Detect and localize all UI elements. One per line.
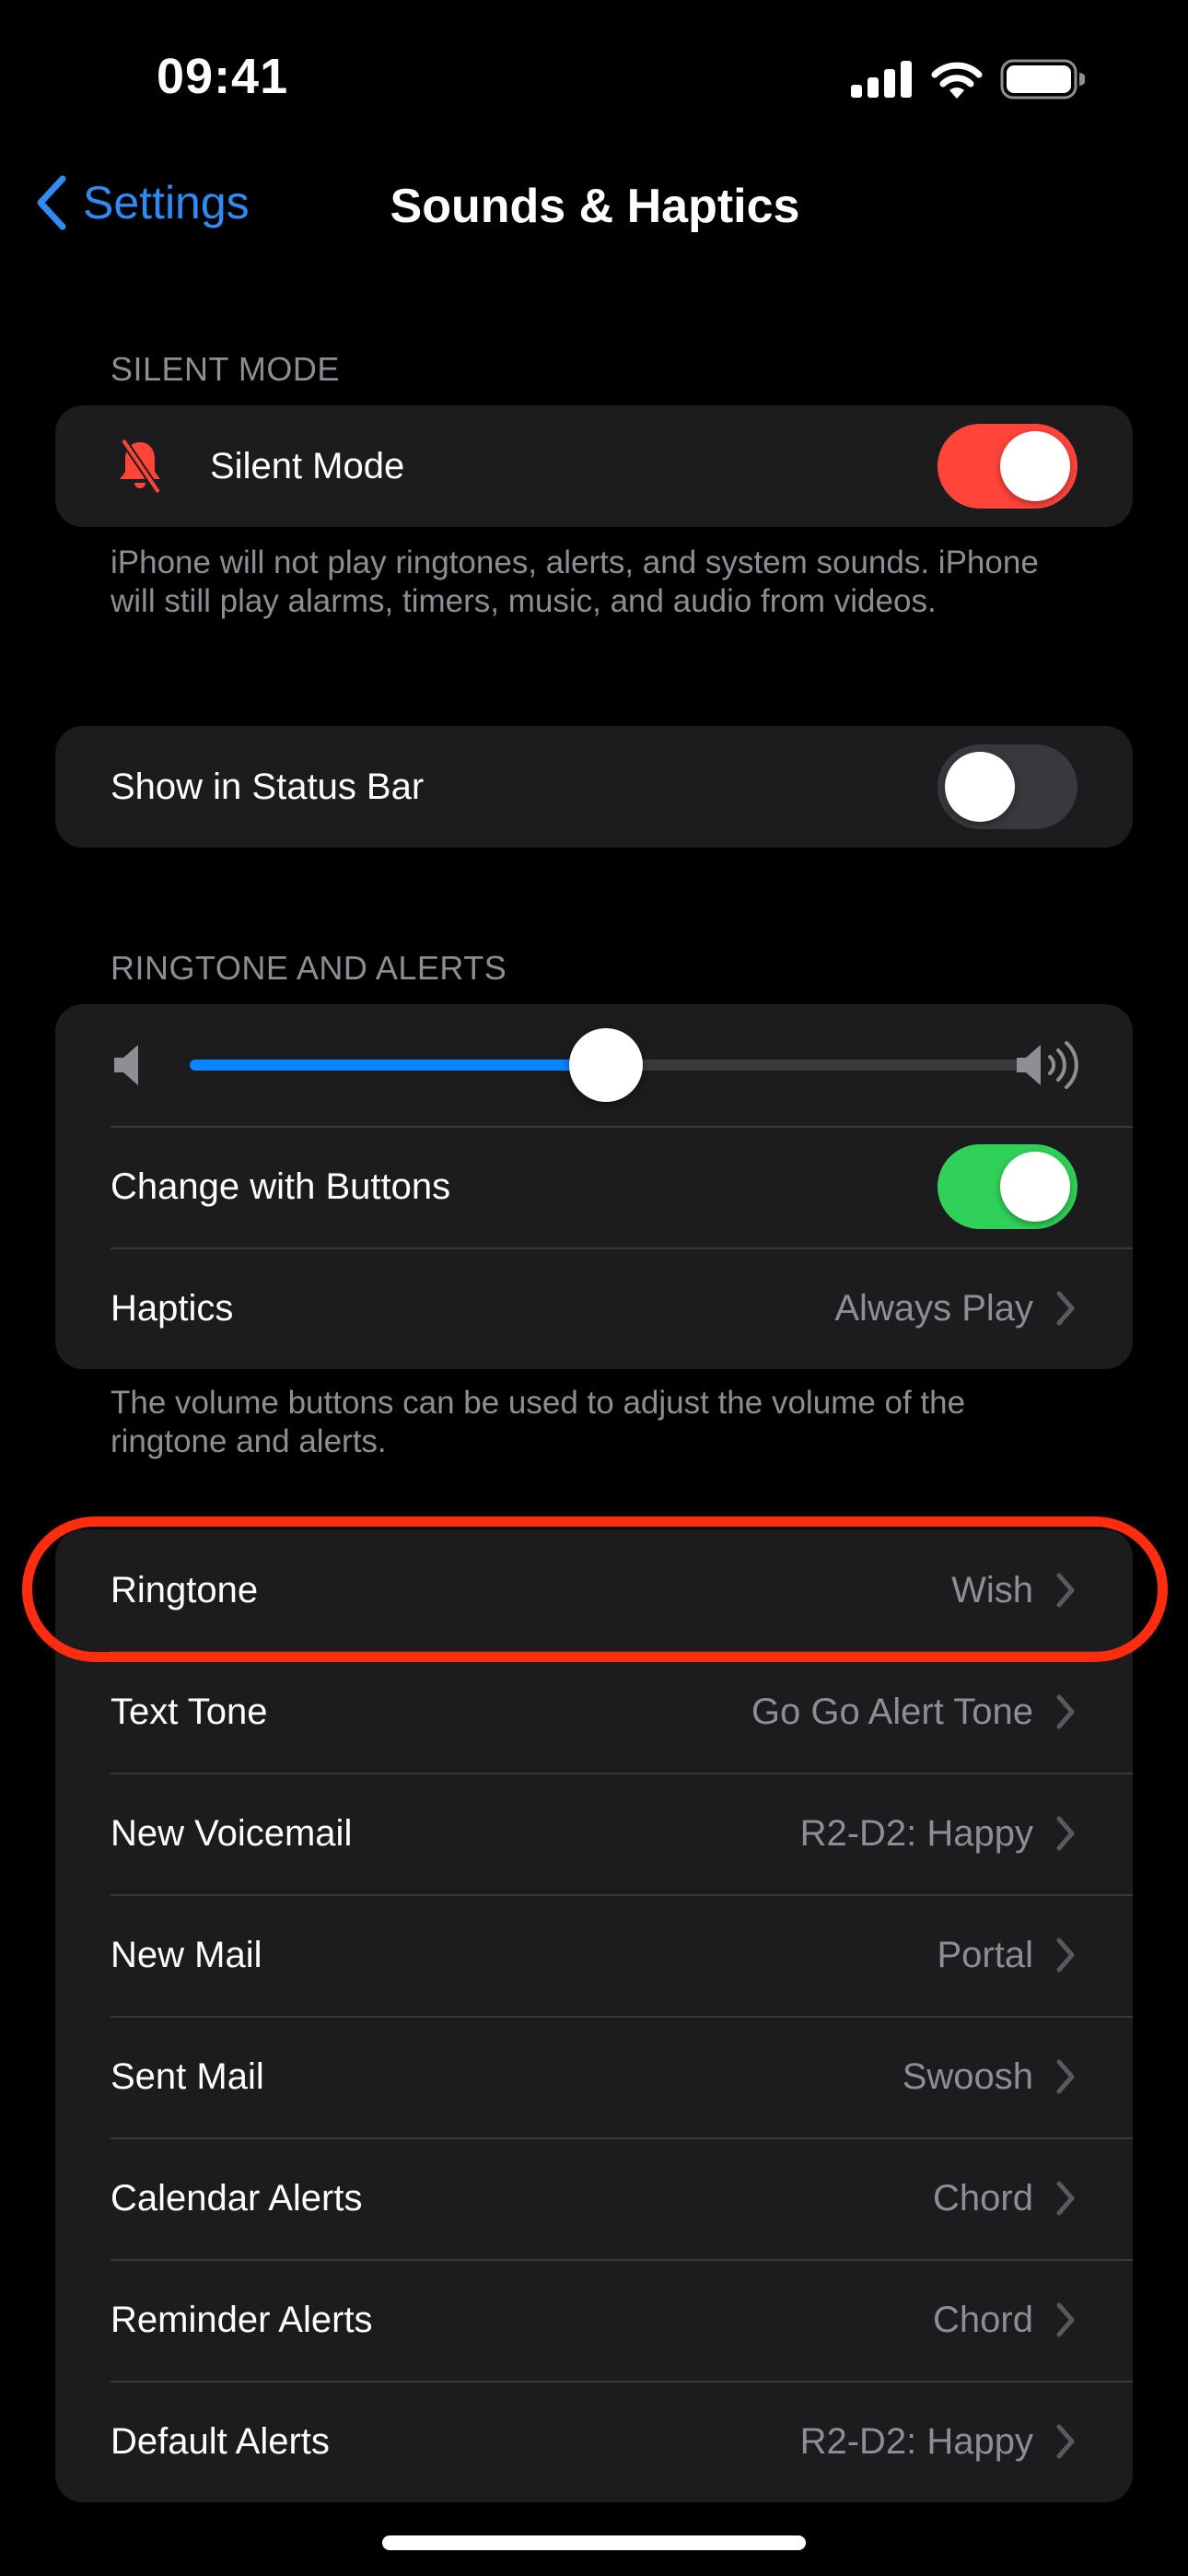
sounds-card: Ringtone Wish Text Tone Go Go Alert Tone New… xyxy=(55,1529,1133,2502)
chevron-right-icon xyxy=(1056,2181,1075,2216)
sound-row-label: Text Tone xyxy=(111,1691,268,1732)
sound-row-value: R2-D2: Happy xyxy=(799,2420,1033,2462)
sound-row-ringtone[interactable]: Ringtone Wish xyxy=(55,1529,1133,1651)
toggle-knob xyxy=(945,752,1015,822)
slider-thumb[interactable] xyxy=(569,1028,643,1102)
sound-row-value: Swoosh xyxy=(902,2055,1033,2097)
home-indicator xyxy=(382,2535,806,2550)
speaker-icon xyxy=(114,1045,138,1085)
show-in-status-bar-toggle[interactable] xyxy=(938,744,1077,829)
chevron-right-icon xyxy=(1056,1573,1075,1608)
page-title: Sounds & Haptics xyxy=(390,180,800,233)
sound-row-calendar-alerts[interactable]: Calendar Alerts Chord xyxy=(55,2137,1133,2259)
sound-row-value: Portal xyxy=(937,1934,1034,1975)
sound-row-label: Ringtone xyxy=(111,1569,259,1610)
chevron-right-icon xyxy=(1056,2424,1075,2459)
chevron-right-icon xyxy=(1056,1291,1075,1326)
silent-mode-label: Silent Mode xyxy=(210,445,405,486)
silent-mode-row: Silent Mode xyxy=(55,405,1133,527)
ringtone-alerts-card: Change with Buttons Haptics Always Play xyxy=(55,1004,1133,1369)
toggle-knob xyxy=(1000,431,1070,501)
volume-slider[interactable] xyxy=(190,1028,1022,1102)
toggle-knob xyxy=(1000,1152,1070,1222)
haptics-label: Haptics xyxy=(111,1287,234,1329)
show-in-status-bar-row: Show in Status Bar xyxy=(55,726,1133,848)
sound-row-text-tone[interactable]: Text Tone Go Go Alert Tone xyxy=(55,1651,1133,1773)
chevron-right-icon xyxy=(1056,1938,1075,1973)
silent-mode-toggle[interactable] xyxy=(938,424,1077,509)
change-with-buttons-row: Change with Buttons xyxy=(55,1126,1133,1247)
sound-row-default-alerts[interactable]: Default Alerts R2-D2: Happy xyxy=(55,2381,1133,2502)
sound-row-label: New Mail xyxy=(111,1934,262,1975)
sound-row-value: Wish xyxy=(951,1569,1033,1610)
chevron-right-icon xyxy=(1056,1694,1075,1729)
wifi-icon xyxy=(931,62,983,99)
haptics-value: Always Play xyxy=(834,1287,1033,1329)
volume-row xyxy=(55,1004,1133,1126)
show-in-status-bar-label: Show in Status Bar xyxy=(111,766,425,807)
sound-row-value: Go Go Alert Tone xyxy=(751,1691,1033,1732)
ringtone-alerts-footer: The volume buttons can be used to adjust… xyxy=(111,1385,966,1459)
sound-row-value: Chord xyxy=(933,2177,1033,2219)
sound-row-new-voicemail[interactable]: New Voicemail R2-D2: Happy xyxy=(55,1773,1133,1894)
speaker-wave-icon xyxy=(1017,1041,1078,1089)
section-header-silent-mode: SILENT MODE xyxy=(111,350,340,388)
cellular-signal-icon xyxy=(851,61,912,98)
sound-row-label: Default Alerts xyxy=(111,2420,330,2462)
sound-row-value: R2-D2: Happy xyxy=(799,1812,1033,1854)
sound-row-sent-mail[interactable]: Sent Mail Swoosh xyxy=(55,2016,1133,2137)
sound-row-value: Chord xyxy=(933,2299,1033,2340)
sound-row-new-mail[interactable]: New Mail Portal xyxy=(55,1894,1133,2016)
bell-slash-icon xyxy=(120,438,162,495)
sound-row-label: Calendar Alerts xyxy=(111,2177,363,2219)
change-with-buttons-toggle[interactable] xyxy=(938,1144,1077,1229)
status-bar-card: Show in Status Bar xyxy=(55,726,1133,848)
battery-icon xyxy=(1000,59,1085,100)
change-with-buttons-label: Change with Buttons xyxy=(111,1165,451,1207)
chevron-right-icon xyxy=(1056,2302,1075,2337)
status-icons xyxy=(851,57,1085,101)
slider-fill xyxy=(190,1060,606,1071)
silent-mode-card: Silent Mode xyxy=(55,405,1133,527)
sound-row-label: New Voicemail xyxy=(111,1812,353,1854)
sound-row-reminder-alerts[interactable]: Reminder Alerts Chord xyxy=(55,2259,1133,2381)
chevron-right-icon xyxy=(1056,1816,1075,1851)
section-header-ringtone-alerts: RINGTONE AND ALERTS xyxy=(111,949,507,987)
sound-row-label: Reminder Alerts xyxy=(111,2299,373,2340)
sound-row-label: Sent Mail xyxy=(111,2055,264,2097)
silent-mode-footer: iPhone will not play ringtones, alerts, … xyxy=(111,544,1039,619)
haptics-row[interactable]: Haptics Always Play xyxy=(55,1247,1133,1369)
chevron-right-icon xyxy=(1056,2059,1075,2094)
status-time: 09:41 xyxy=(157,49,289,104)
